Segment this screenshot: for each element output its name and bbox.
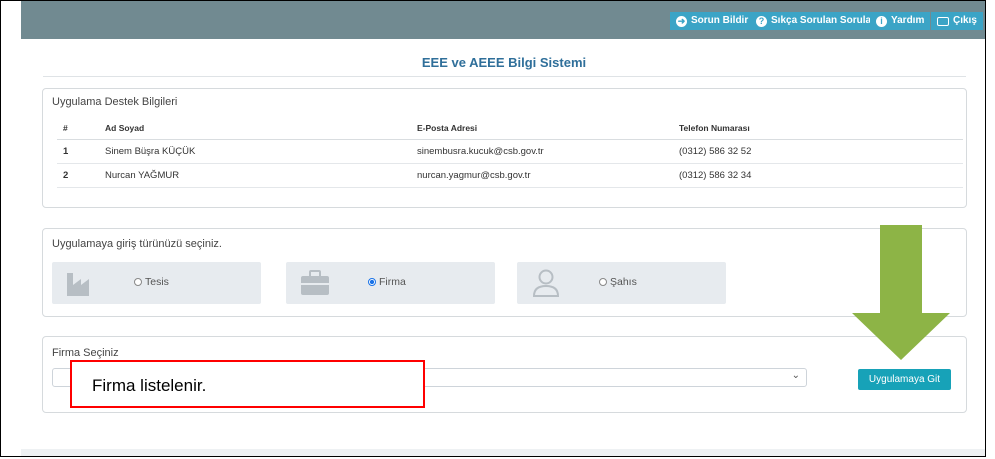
question-circle-icon: ? bbox=[756, 15, 767, 27]
row-index: 2 bbox=[57, 163, 99, 188]
logout-label: Çıkış bbox=[953, 15, 977, 26]
support-table: # Ad Soyad E-Posta Adresi Telefon Numara… bbox=[57, 117, 963, 188]
help-label: Yardım bbox=[891, 15, 925, 26]
login-type-card: Uygulamaya giriş türünüzü seçiniz. Tesis bbox=[42, 228, 967, 317]
table-header-row: # Ad Soyad E-Posta Adresi Telefon Numara… bbox=[57, 117, 963, 140]
faq-button[interactable]: ? Sıkça Sorulan Sorular bbox=[750, 12, 881, 30]
row-name: Sinem Büşra KÜÇÜK bbox=[99, 139, 411, 164]
option-tesis-label[interactable]: Tesis bbox=[134, 276, 169, 288]
info-circle-icon: i bbox=[876, 15, 887, 27]
login-type-title: Uygulamaya giriş türünüzü seçiniz. bbox=[52, 238, 222, 250]
option-sahis-text: Şahıs bbox=[610, 276, 637, 288]
option-sahis[interactable]: Şahıs bbox=[517, 262, 726, 304]
option-sahis-label[interactable]: Şahıs bbox=[599, 276, 637, 288]
help-button[interactable]: i Yardım bbox=[870, 12, 931, 30]
row-email: nurcan.yagmur@csb.gov.tr bbox=[411, 163, 673, 188]
chevron-down-icon: ⌄ bbox=[791, 370, 800, 381]
row-phone: (0312) 586 32 34 bbox=[673, 163, 963, 188]
firm-select-label: Firma Seçiniz bbox=[52, 347, 119, 359]
option-firma-text: Firma bbox=[379, 276, 406, 288]
table-row: 1 Sinem Büşra KÜÇÜK sinembusra.kucuk@csb… bbox=[57, 139, 963, 164]
top-navbar: ➜ Sorun Bildir ? Sıkça Sorulan Sorular i… bbox=[21, 1, 985, 39]
arrow-circle-icon: ➜ bbox=[676, 15, 687, 27]
page-footer-shadow bbox=[21, 449, 985, 456]
option-tesis-text: Tesis bbox=[145, 276, 169, 288]
table-row: 2 Nurcan YAĞMUR nurcan.yagmur@csb.gov.tr… bbox=[57, 163, 963, 188]
support-card-title: Uygulama Destek Bilgileri bbox=[52, 96, 178, 108]
row-index: 1 bbox=[57, 139, 99, 164]
radio-sahis[interactable] bbox=[599, 278, 607, 286]
annotation-box: Firma listelenir. bbox=[70, 360, 425, 408]
radio-tesis[interactable] bbox=[134, 278, 142, 286]
user-icon bbox=[532, 269, 560, 297]
col-index: # bbox=[57, 117, 99, 140]
row-email: sinembusra.kucuk@csb.gov.tr bbox=[411, 139, 673, 164]
title-divider bbox=[43, 76, 966, 77]
option-tesis[interactable]: Tesis bbox=[52, 262, 261, 304]
col-email: E-Posta Adresi bbox=[411, 117, 673, 140]
briefcase-icon bbox=[301, 270, 329, 295]
logout-icon bbox=[937, 16, 949, 26]
report-issue-label: Sorun Bildir bbox=[691, 15, 749, 26]
radio-firma[interactable] bbox=[368, 278, 376, 286]
col-phone: Telefon Numarası bbox=[673, 117, 963, 140]
faq-label: Sıkça Sorulan Sorular bbox=[771, 15, 875, 26]
support-info-card: Uygulama Destek Bilgileri # Ad Soyad E-P… bbox=[42, 88, 967, 208]
row-name: Nurcan YAĞMUR bbox=[99, 163, 411, 188]
option-firma[interactable]: Firma bbox=[286, 262, 495, 304]
logout-button[interactable]: Çıkış bbox=[931, 12, 983, 30]
col-name: Ad Soyad bbox=[99, 117, 411, 140]
annotation-text: Firma listelenir. bbox=[92, 376, 207, 395]
factory-icon bbox=[67, 273, 89, 296]
option-firma-label[interactable]: Firma bbox=[368, 276, 406, 288]
down-arrow-annotation bbox=[852, 225, 950, 360]
go-to-application-button[interactable]: Uygulamaya Git bbox=[858, 369, 951, 390]
row-phone: (0312) 586 32 52 bbox=[673, 139, 963, 164]
report-issue-button[interactable]: ➜ Sorun Bildir bbox=[670, 12, 755, 30]
page-title: EEE ve AEEE Bilgi Sistemi bbox=[421, 55, 587, 70]
